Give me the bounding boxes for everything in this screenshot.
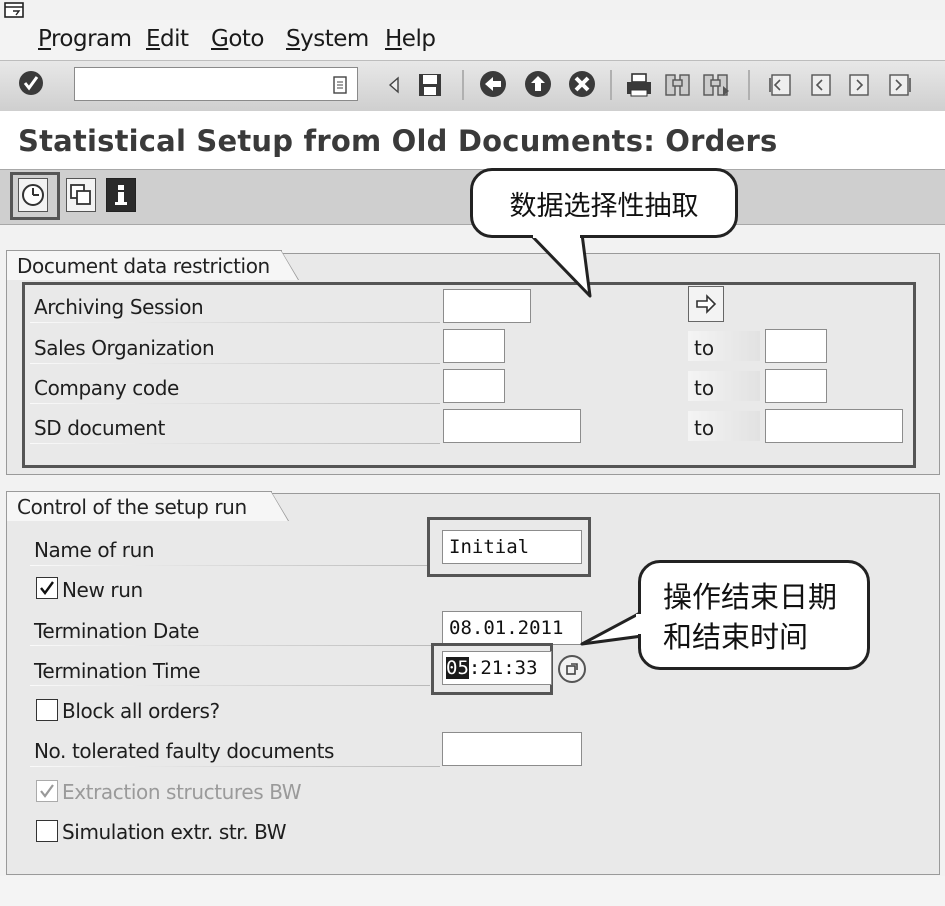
status-bar — [0, 876, 945, 906]
execute-icon[interactable] — [18, 178, 48, 212]
name-of-run-input[interactable]: Initial — [442, 530, 582, 564]
termination-time-rest: :21:33 — [468, 657, 538, 679]
company-code-from-input[interactable] — [443, 369, 505, 403]
callout-selective-extraction: 数据选择性抽取 — [470, 168, 738, 238]
termination-time-selected-hours: 05 — [446, 657, 469, 679]
back-icon[interactable] — [477, 68, 509, 100]
previous-page-icon[interactable] — [804, 70, 836, 100]
window-menu-icon[interactable] — [4, 2, 26, 20]
row-divider — [30, 403, 440, 404]
row-divider — [30, 565, 430, 566]
company-code-label: Company code — [34, 376, 179, 400]
termination-time-label: Termination Time — [34, 659, 201, 683]
row-divider — [30, 322, 440, 323]
row-divider — [30, 645, 440, 646]
command-field[interactable] — [74, 67, 358, 101]
toolbar-separator — [748, 70, 750, 100]
company-code-to-input[interactable] — [765, 369, 827, 403]
menu-bar — [0, 20, 945, 60]
block-all-orders-label: Block all orders? — [62, 699, 220, 723]
termination-date-input[interactable]: 08.01.2011 — [442, 611, 582, 645]
multiple-selection-icon[interactable] — [688, 286, 724, 322]
callout-end-line1: 操作结束日期 — [663, 580, 838, 614]
termination-date-label: Termination Date — [34, 619, 200, 643]
archiving-session-input[interactable] — [443, 289, 531, 323]
doc-restriction-title: Document data restriction — [6, 250, 299, 280]
sd-document-from-input[interactable] — [443, 409, 581, 443]
print-icon[interactable] — [624, 70, 654, 100]
callout-seam-cover — [533, 232, 580, 238]
row-divider — [30, 685, 430, 686]
archiving-session-label: Archiving Session — [34, 295, 204, 319]
row-divider — [30, 363, 440, 364]
setup-control-title: Control of the setup run — [6, 491, 289, 521]
next-page-icon[interactable] — [844, 70, 876, 100]
new-run-label: New run — [62, 578, 143, 602]
history-dropdown-icon[interactable] — [330, 74, 350, 96]
sd-document-to-label: to — [694, 416, 715, 440]
name-of-run-label: Name of run — [34, 538, 155, 562]
extraction-structures-bw-checkbox — [36, 780, 58, 802]
row-divider — [30, 443, 440, 444]
simulation-bw-label: Simulation extr. str. BW — [62, 820, 287, 844]
save-icon[interactable] — [415, 70, 445, 100]
row-divider — [30, 766, 440, 767]
callout-end-line2: 和结束时间 — [663, 620, 809, 654]
sales-organization-from-input[interactable] — [443, 329, 505, 363]
extraction-structures-bw-label: Extraction structures BW — [62, 780, 302, 804]
sales-organization-label: Sales Organization — [34, 336, 215, 360]
block-all-orders-checkbox[interactable] — [36, 699, 58, 721]
menu-system[interactable]: System — [286, 26, 369, 52]
simulation-bw-checkbox[interactable] — [36, 820, 58, 842]
sd-document-label: SD document — [34, 416, 165, 440]
company-code-to-label: to — [694, 376, 715, 400]
menu-program[interactable]: Program — [38, 26, 132, 52]
callout-selective-text: 数据选择性抽取 — [509, 190, 699, 222]
menu-help[interactable]: Help — [385, 26, 436, 52]
page-title: Statistical Setup from Old Documents: Or… — [18, 124, 778, 158]
toolbar-separator — [462, 70, 464, 100]
time-help-icon[interactable] — [556, 653, 588, 685]
enter-check-icon[interactable] — [16, 68, 46, 98]
tolerated-faulty-label: No. tolerated faulty documents — [34, 739, 335, 763]
back-arrow-icon[interactable] — [385, 72, 403, 98]
sd-document-to-input[interactable] — [765, 409, 903, 443]
toolbar-separator — [610, 70, 612, 100]
last-page-icon[interactable] — [884, 70, 916, 100]
find-next-icon[interactable] — [700, 70, 732, 100]
termination-time-input[interactable]: 05:21:33 — [442, 651, 552, 685]
callout-end-text: 操作结束日期 和结束时间 — [663, 577, 837, 657]
new-run-checkbox[interactable] — [36, 577, 58, 599]
tolerated-faulty-input[interactable] — [442, 732, 582, 766]
find-icon[interactable] — [662, 70, 694, 100]
callout-seam-cover — [636, 614, 642, 634]
menu-goto[interactable]: Goto — [211, 26, 265, 52]
copy-icon[interactable] — [66, 178, 96, 212]
info-icon[interactable] — [106, 178, 136, 212]
first-page-icon[interactable] — [764, 70, 796, 100]
cancel-icon[interactable] — [566, 68, 598, 100]
menu-edit[interactable]: Edit — [146, 26, 189, 52]
callout-end-date-time: 操作结束日期 和结束时间 — [638, 560, 870, 670]
sales-organization-to-input[interactable] — [765, 329, 827, 363]
exit-icon[interactable] — [522, 68, 554, 100]
sales-organization-to-label: to — [694, 336, 715, 360]
